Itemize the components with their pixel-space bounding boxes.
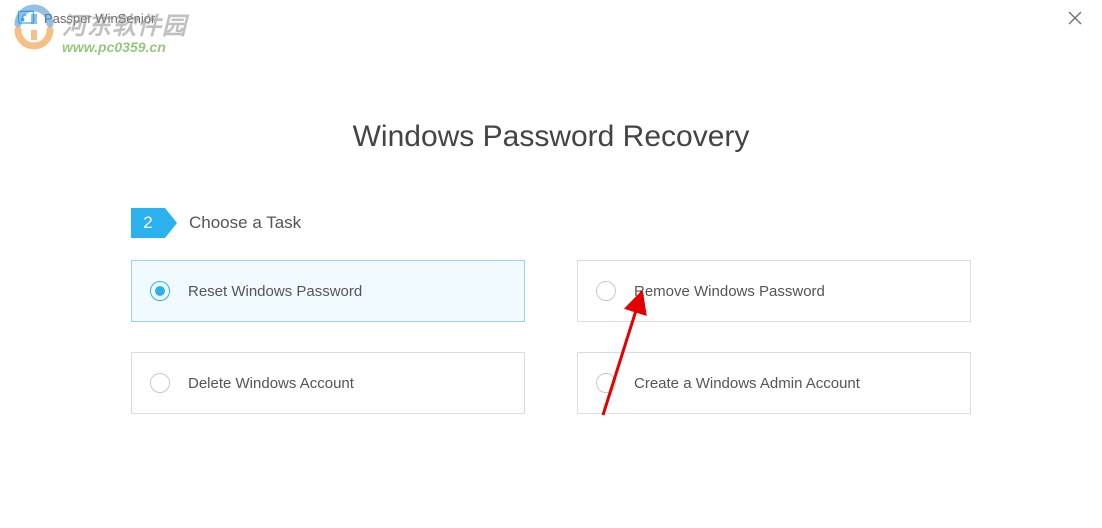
option-label: Remove Windows Password: [634, 283, 825, 300]
app-icon: [16, 8, 36, 28]
option-reset-password[interactable]: Reset Windows Password: [131, 260, 525, 322]
radio-icon: [596, 373, 616, 393]
titlebar: Passper WinSenior: [0, 0, 1102, 36]
radio-icon: [150, 373, 170, 393]
radio-icon: [596, 281, 616, 301]
watermark-url-text: www.pc0359.cn: [62, 39, 187, 55]
close-button[interactable]: [1060, 3, 1090, 33]
page-title: Windows Password Recovery: [0, 120, 1102, 154]
close-icon: [1068, 11, 1082, 25]
option-label: Reset Windows Password: [188, 283, 362, 300]
option-label: Create a Windows Admin Account: [634, 375, 860, 392]
step-label: Choose a Task: [189, 213, 301, 233]
step-indicator: 2 Choose a Task: [131, 208, 1102, 238]
option-remove-password[interactable]: Remove Windows Password: [577, 260, 971, 322]
titlebar-left: Passper WinSenior: [16, 8, 155, 28]
step-number-badge: 2: [131, 208, 165, 238]
option-label: Delete Windows Account: [188, 375, 354, 392]
option-create-admin[interactable]: Create a Windows Admin Account: [577, 352, 971, 414]
radio-icon: [150, 281, 170, 301]
app-title: Passper WinSenior: [44, 11, 155, 26]
task-options-grid: Reset Windows Password Remove Windows Pa…: [131, 260, 1102, 414]
option-delete-account[interactable]: Delete Windows Account: [131, 352, 525, 414]
